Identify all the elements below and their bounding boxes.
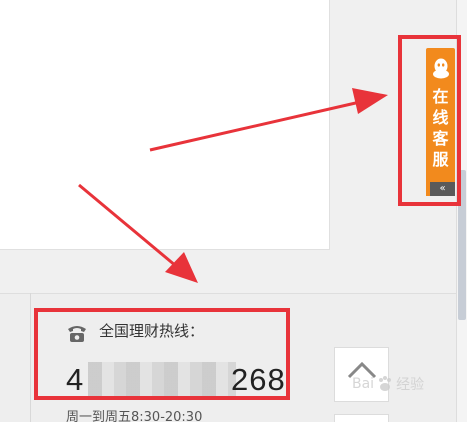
watermark-text-before: Bai [352, 376, 375, 392]
annotation-box-hotline [34, 308, 290, 400]
hotline-hours: 周一到周五8:30-20:30 [66, 410, 203, 422]
baidu-watermark: Bai 经验 [352, 374, 424, 394]
footer-secondary-button[interactable] [334, 414, 389, 422]
footer-divider [30, 293, 31, 422]
annotation-box-service [398, 35, 461, 206]
content-panel [0, 0, 330, 250]
watermark-text-after: 经验 [396, 377, 425, 393]
paw-icon [379, 376, 392, 391]
